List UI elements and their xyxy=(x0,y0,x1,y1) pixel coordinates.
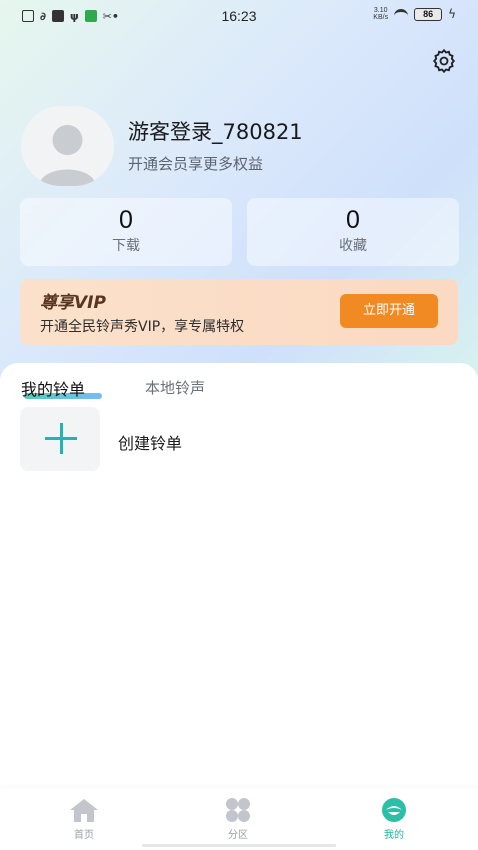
grid-icon xyxy=(226,798,250,822)
wifi-icon xyxy=(394,9,409,19)
vip-banner[interactable]: 尊享VIP 开通全民铃声秀VIP，享专属特权 立即开通 xyxy=(20,279,458,345)
vip-title: 尊享VIP xyxy=(40,293,106,313)
tab-local-ringtones[interactable]: 本地铃声 xyxy=(145,377,205,398)
downloads-label: 下载 xyxy=(112,238,140,254)
network-speed: 3.10 KB/s xyxy=(373,7,388,21)
vip-description: 开通全民铃声秀VIP，享专属特权 xyxy=(40,319,245,335)
favorites-stat[interactable]: 0 收藏 xyxy=(247,198,459,266)
settings-button[interactable] xyxy=(430,47,458,75)
avatar[interactable] xyxy=(21,106,114,186)
home-indicator xyxy=(142,844,336,847)
nav-home-label: 首页 xyxy=(74,830,94,841)
profile-icon xyxy=(382,798,406,822)
nav-home[interactable]: 首页 xyxy=(54,798,114,841)
username[interactable]: 游客登录_780821 xyxy=(128,116,303,146)
nav-mine-label: 我的 xyxy=(384,830,404,841)
gear-icon xyxy=(432,48,456,74)
status-bar: ∂ ψ ✂• 16:23 3.10 KB/s 86 ϟ xyxy=(0,0,478,32)
create-playlist-button[interactable] xyxy=(20,407,100,471)
user-placeholder-icon xyxy=(39,125,96,186)
network-speed-value: 3.10 xyxy=(373,7,388,14)
favorites-count: 0 xyxy=(346,206,360,234)
downloads-count: 0 xyxy=(119,206,133,234)
home-icon xyxy=(70,799,98,822)
playlist-panel: 我的铃单 本地铃声 创建铃单 xyxy=(0,363,478,850)
create-playlist-label[interactable]: 创建铃单 xyxy=(118,430,182,454)
battery-icon: 86 xyxy=(414,7,443,21)
membership-hint: 开通会员享更多权益 xyxy=(128,155,264,173)
nav-mine[interactable]: 我的 xyxy=(364,798,424,841)
downloads-stat[interactable]: 0 下载 xyxy=(20,198,232,266)
bottom-navigation: 首页 分区 我的 xyxy=(0,788,478,850)
network-speed-unit: KB/s xyxy=(373,14,389,21)
favorites-label: 收藏 xyxy=(339,238,367,254)
nav-zone[interactable]: 分区 xyxy=(208,798,268,841)
charging-icon: ϟ xyxy=(448,7,456,21)
status-icons-right: 3.10 KB/s 86 ϟ xyxy=(373,7,456,21)
open-vip-button[interactable]: 立即开通 xyxy=(340,294,438,328)
nav-zone-label: 分区 xyxy=(228,830,248,841)
tab-my-playlists[interactable]: 我的铃单 xyxy=(21,376,85,400)
